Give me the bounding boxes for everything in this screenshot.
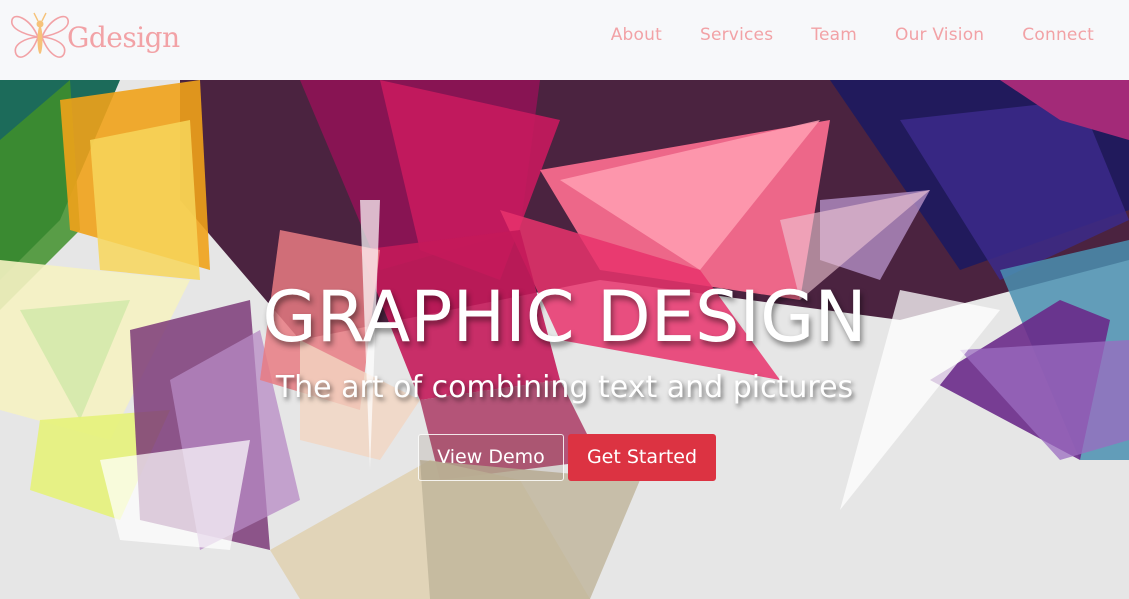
- view-demo-button[interactable]: View Demo: [418, 434, 564, 481]
- nav-about-link[interactable]: About: [611, 25, 662, 45]
- hero-title: GRAPHIC DESIGN: [262, 276, 867, 358]
- hero-subtitle: The art of combining text and pictures: [275, 370, 854, 405]
- nav-team-link[interactable]: Team: [811, 25, 857, 45]
- get-started-button[interactable]: Get Started: [568, 434, 716, 481]
- nav-connect-link[interactable]: Connect: [1022, 25, 1094, 45]
- navbar: Gdesign About Services Team Our Vision C…: [0, 0, 1129, 80]
- main-nav: About Services Team Our Vision Connect: [611, 25, 1094, 45]
- brand-name: Gdesign: [67, 20, 180, 54]
- butterfly-icon: [11, 12, 69, 58]
- hero-section: GRAPHIC DESIGN The art of combining text…: [0, 80, 1129, 599]
- brand-logo[interactable]: Gdesign: [8, 10, 180, 64]
- nav-services-link[interactable]: Services: [700, 25, 773, 45]
- nav-our-vision-link[interactable]: Our Vision: [895, 25, 984, 45]
- hero-content: GRAPHIC DESIGN The art of combining text…: [0, 80, 1129, 599]
